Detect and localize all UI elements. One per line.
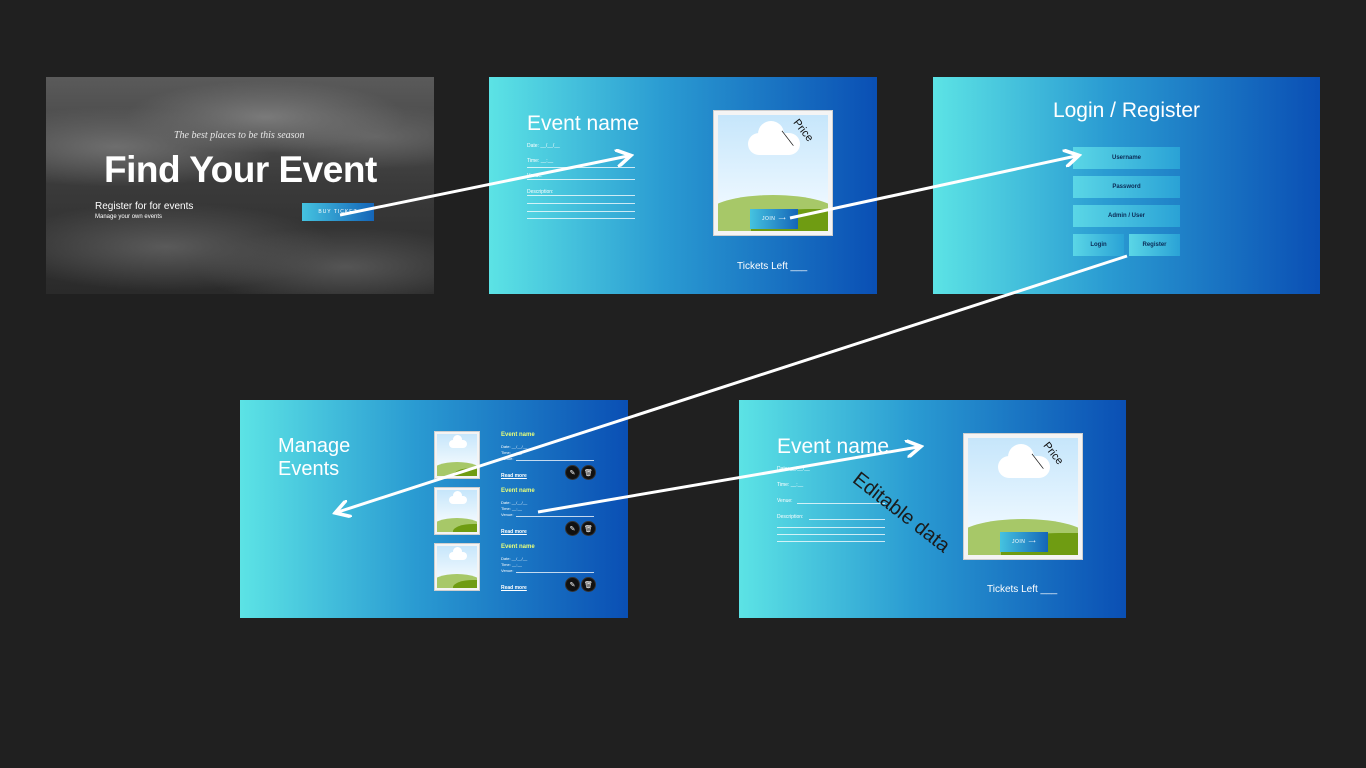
edit-icon[interactable]: ✎ (565, 465, 580, 480)
edit-event-frame: Event name Date: __/__/__ Time: __:__ Ve… (739, 400, 1126, 618)
event-thumbnail (434, 543, 480, 591)
login-button[interactable]: Login (1073, 234, 1124, 256)
event-time: Time: __:__ (501, 506, 522, 511)
event-thumbnail (434, 487, 480, 535)
login-frame: Login / Register Username Password Admin… (933, 77, 1320, 294)
read-more-link[interactable]: Read more (501, 473, 527, 479)
hero-subtitle-2: Manage your own events (95, 214, 163, 220)
buy-ticket-button[interactable]: BUY TICKET (302, 203, 374, 221)
event-name: Event name (501, 544, 535, 550)
divider (516, 460, 594, 461)
event-date: Date: __/__/__ (501, 556, 528, 561)
trash-icon[interactable]: 🗑 (581, 465, 596, 480)
hero-frame: The best places to be this season Find Y… (46, 77, 434, 294)
divider (777, 527, 885, 528)
event-thumbnail (434, 431, 480, 479)
trash-icon[interactable]: 🗑 (581, 521, 596, 536)
edit-icon[interactable]: ✎ (565, 521, 580, 536)
event-poster: Price ___ JOIN ⟶ (713, 110, 833, 236)
divider (527, 179, 635, 180)
divider (527, 218, 635, 219)
event-venue: Venue: (501, 568, 514, 573)
event-date: Date: __/__/__ (777, 466, 810, 472)
event-time: Time: __:__ (501, 450, 522, 455)
password-field[interactable]: Password (1073, 176, 1180, 198)
event-date: Date: __/__/__ (527, 143, 560, 149)
divider (809, 519, 885, 520)
join-label: JOIN (761, 216, 776, 222)
event-name: Event name (501, 488, 535, 494)
event-time: Time: __:__ (527, 158, 554, 164)
divider (527, 167, 635, 168)
event-detail-frame: Event name Date: __/__/__ Time: __:__ Ve… (489, 77, 877, 294)
arrow-right-icon: ⟶ (1028, 539, 1037, 545)
join-button[interactable]: JOIN ⟶ (1000, 532, 1048, 552)
divider (777, 541, 885, 542)
event-poster: Price ___ JOIN ⟶ (963, 433, 1083, 560)
hero-tagline: The best places to be this season (174, 130, 305, 141)
event-date: Date: __/__/__ (501, 444, 528, 449)
event-time: Time: __:__ (501, 562, 522, 567)
event-title: Event name (527, 112, 640, 135)
trash-icon[interactable]: 🗑 (581, 577, 596, 592)
hero-subtitle: Register for for events (95, 201, 194, 212)
event-venue: Venue: (501, 512, 514, 517)
manage-events-frame: Manage Events Event name Date: __/__/__ … (240, 400, 628, 618)
arrow-right-icon: ⟶ (778, 216, 787, 222)
tickets-left: Tickets Left ___ (987, 584, 1058, 595)
read-more-link[interactable]: Read more (501, 585, 527, 591)
divider (527, 195, 635, 196)
username-field[interactable]: Username (1073, 147, 1180, 169)
manage-title: Manage Events (278, 435, 351, 480)
event-title: Event name (777, 435, 890, 458)
join-button[interactable]: JOIN ⟶ (750, 209, 798, 229)
divider (527, 203, 635, 204)
event-name: Event name (501, 432, 535, 438)
hero-title: Find Your Event (104, 149, 377, 190)
event-time: Time: __:__ (777, 482, 804, 488)
role-selector[interactable]: Admin / User (1073, 205, 1180, 227)
login-title: Login / Register (1052, 99, 1201, 122)
read-more-link[interactable]: Read more (501, 529, 527, 535)
event-date: Date: __/__/__ (501, 500, 528, 505)
event-venue: Venue: (501, 456, 514, 461)
divider (777, 534, 885, 535)
edit-icon[interactable]: ✎ (565, 577, 580, 592)
divider (527, 211, 635, 212)
divider (516, 516, 594, 517)
register-button[interactable]: Register (1129, 234, 1180, 256)
join-label: JOIN (1011, 539, 1026, 545)
event-description: Description: (777, 514, 804, 520)
tickets-left: Tickets Left ___ (737, 261, 808, 272)
divider (516, 572, 594, 573)
event-venue: Venue: (777, 498, 793, 504)
